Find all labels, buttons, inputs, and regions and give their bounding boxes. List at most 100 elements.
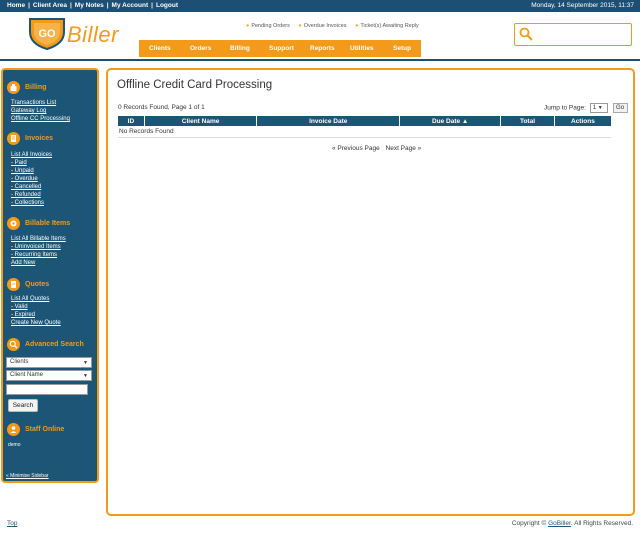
link-my-account[interactable]: My Account [112,2,149,9]
search-type-select[interactable]: Clients ▼ [6,357,92,368]
back-to-top-link[interactable]: Top [7,520,17,527]
top-links: Home | Client Area | My Notes | My Account | Log… [7,2,178,9]
sidebar-billing-title: Billing [25,84,47,91]
table-header-row: ID Client Name Invoice Date Due Date ▲ T… [118,116,611,126]
separator: | [106,2,109,9]
logo[interactable]: GO Biller [27,16,137,54]
column-client-name[interactable]: Client Name [144,116,257,126]
nav-billing[interactable]: Billing [230,45,250,52]
notice-label: Overdue Invoices [303,23,347,29]
column-due-date[interactable]: Due Date ▲ [400,116,501,126]
page-select-value: 1 [592,105,597,111]
notice-label: Pending Orders [251,23,290,29]
column-id[interactable]: ID [118,116,144,126]
chevron-down-icon: ▼ [83,373,88,379]
sidebar-item-transactions-list[interactable]: Transactions List [11,100,56,106]
sidebar-item-add-new[interactable]: Add New [11,260,35,266]
notice-dot-icon: ● [246,23,250,29]
sidebar-quotes-title: Quotes [25,281,50,288]
next-page-link[interactable]: Next Page » [386,145,422,152]
nav-orders[interactable]: Orders [190,45,211,52]
notice-dot-icon: ● [355,23,359,29]
sidebar-item-paid[interactable]: - Paid [11,160,27,166]
notice-tickets-awaiting[interactable]: ● Ticket(s) Awaiting Reply [355,23,419,29]
sidebar-item-all-invoices[interactable]: List All Invoices [11,152,52,158]
notice-overdue-invoices[interactable]: ● Overdue Invoices [298,23,346,29]
header: GO Biller ● Pending Orders ● Overdue Invoi… [0,12,640,60]
page-select[interactable]: 1 ▼ [589,103,608,113]
sidebar-billable-title: Billable Items [25,220,71,227]
sidebar-staff-title: Staff Online [25,426,65,433]
records-count: 0 Records Found, Page 1 of 1 [118,104,205,111]
notice-dot-icon: ● [298,23,302,29]
chevron-down-icon: ▼ [83,360,88,366]
copyright-prefix: Copyright © [511,520,547,527]
invoices-icon [7,132,20,145]
sidebar-item-all-billable[interactable]: List All Billable Items [11,236,66,242]
staff-online-icon [7,423,20,436]
separator: | [28,2,30,9]
search-field-value: Client Name [10,372,44,378]
sidebar-item-offline-cc[interactable]: Offline CC Processing [11,116,70,122]
records-table: ID Client Name Invoice Date Due Date ▲ T… [117,116,612,138]
sidebar-item-refunded[interactable]: - Refunded [11,192,41,198]
main-content: Offline Credit Card Processing 0 Records… [106,68,635,516]
nav-utilities[interactable]: Utilities [350,45,373,52]
sidebar-item-cancelled[interactable]: - Cancelled [11,184,41,190]
table-row: No Records Found [118,126,611,138]
column-total[interactable]: Total [501,116,554,126]
logo-badge-text: GO [38,28,56,40]
sidebar-item-expired[interactable]: - Expired [11,312,35,318]
quotes-icon [7,278,20,291]
sidebar-item-valid[interactable]: - Valid [11,304,28,310]
sidebar-item-recurring[interactable]: - Recurring Items [11,252,57,258]
billable-items-icon [7,217,20,230]
nav-clients[interactable]: Clients [149,45,171,52]
staff-online-user: demo [8,442,21,448]
header-divider [0,59,640,61]
sidebar-item-overdue[interactable]: - Overdue [11,176,38,182]
copyright-brand-link[interactable]: GoBiller [548,520,571,527]
link-my-notes[interactable]: My Notes [75,2,104,9]
link-home[interactable]: Home [7,2,25,9]
sidebar-item-uninvoiced[interactable]: - Uninvoiced Items [11,244,61,250]
go-button[interactable]: Go [612,103,628,113]
search-field-select[interactable]: Client Name ▼ [6,370,92,381]
sidebar-item-gateway-log[interactable]: Gateway Log [11,108,46,114]
column-actions: Actions [554,116,611,126]
nav-support[interactable]: Support [269,45,294,52]
sidebar-item-collections[interactable]: - Collections [11,200,44,206]
separator: | [69,2,72,9]
minimise-sidebar-link[interactable]: « Minimise Sidebar [6,473,49,479]
jump-to-page: Jump to Page: 1 ▼ Go [544,103,628,113]
search-icon[interactable] [519,27,533,41]
header-search-input[interactable] [514,23,632,46]
current-datetime: Monday, 14 September 2015, 11:37 [531,2,634,9]
sidebar-advanced-title: Advanced Search [25,341,84,348]
notice-label: Ticket(s) Awaiting Reply [360,23,419,29]
pagination: « Previous Page Next Page » [332,145,425,152]
advanced-search-button[interactable]: Search [8,399,38,412]
logo-shield-icon: GO [29,18,65,50]
copyright: Copyright © GoBiller. All Rights Reserve… [512,520,633,527]
link-client-area[interactable]: Client Area [33,2,67,9]
jump-label: Jump to Page: [544,104,586,112]
advanced-search-icon [7,338,20,351]
sidebar-item-create-quote[interactable]: Create New Quote [11,320,61,326]
notice-pending-orders[interactable]: ● Pending Orders [246,23,290,29]
sidebar-item-all-quotes[interactable]: List All Quotes [11,296,49,302]
previous-page-link[interactable]: « Previous Page [332,145,380,152]
separator: | [151,2,153,9]
chevron-down-icon: ▼ [597,105,603,111]
nav-reports[interactable]: Reports [310,45,335,52]
page-title: Offline Credit Card Processing [117,79,273,91]
copyright-suffix: . All Rights Reserved. [570,520,633,527]
sidebar-item-unpaid[interactable]: - Unpaid [11,168,34,174]
logo-brand: Biller [67,22,119,47]
link-logout[interactable]: Logout [156,2,178,9]
column-invoice-date[interactable]: Invoice Date [257,116,400,126]
advanced-search-input[interactable] [6,384,88,395]
empty-message: No Records Found [118,126,611,138]
nav-setup[interactable]: Setup [393,45,411,52]
sidebar-invoices-title: Invoices [25,135,54,142]
